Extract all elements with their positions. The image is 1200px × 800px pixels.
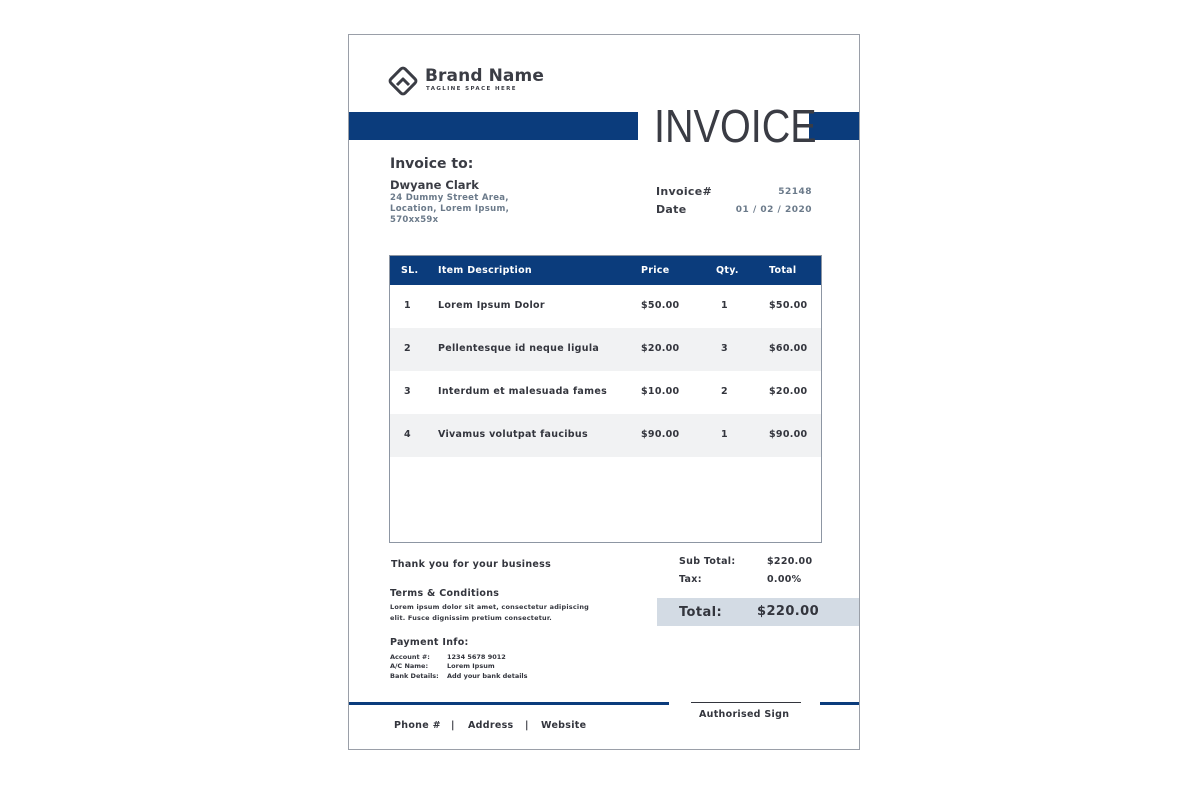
footer-separator: | xyxy=(451,720,455,731)
tax-value: 0.00% xyxy=(767,574,802,585)
cell-sl: 3 xyxy=(404,386,411,397)
table-row: 2 Pellentesque id neque ligula $20.00 3 … xyxy=(390,328,821,371)
cell-description: Vivamus volutpat faucibus xyxy=(438,429,588,440)
bill-to-address-line: 570xx59x xyxy=(390,215,439,225)
invoice-title: INVOICE xyxy=(654,100,817,152)
invoice-number-label: Invoice# xyxy=(656,185,713,198)
terms-text: elit. Fusce dignissim pretium consectetu… xyxy=(390,614,552,622)
invoice-number-value: 52148 xyxy=(778,187,812,197)
cell-total: $20.00 xyxy=(769,386,808,397)
cell-qty: 3 xyxy=(721,343,728,354)
footer-website: Website xyxy=(541,720,587,731)
col-header-total: Total xyxy=(769,265,797,276)
subtotal-value: $220.00 xyxy=(767,556,813,567)
total-value: $220.00 xyxy=(757,604,820,619)
cell-price: $50.00 xyxy=(641,300,680,311)
cell-sl: 4 xyxy=(404,429,411,440)
terms-text: Lorem ipsum dolor sit amet, consectetur … xyxy=(390,603,589,611)
invoice-date-value: 01 / 02 / 2020 xyxy=(735,205,812,215)
cell-qty: 1 xyxy=(721,300,728,311)
cell-qty: 2 xyxy=(721,386,728,397)
footer-address: Address xyxy=(468,720,514,731)
col-header-price: Price xyxy=(641,265,670,276)
col-header-sl: SL. xyxy=(401,265,419,276)
cell-total: $90.00 xyxy=(769,429,808,440)
table-row: 3 Interdum et malesuada fames $10.00 2 $… xyxy=(390,371,821,414)
subtotal-label: Sub Total: xyxy=(679,556,736,567)
invoice-date-label: Date xyxy=(656,203,687,216)
items-table: SL. Item Description Price Qty. Total 1 … xyxy=(389,255,822,543)
cell-description: Pellentesque id neque ligula xyxy=(438,343,600,354)
payment-label: A/C Name: xyxy=(390,662,429,670)
table-header: SL. Item Description Price Qty. Total xyxy=(390,256,821,285)
signature-label: Authorised Sign xyxy=(699,709,790,720)
total-label: Total: xyxy=(679,605,723,620)
cell-total: $50.00 xyxy=(769,300,808,311)
tax-label: Tax: xyxy=(679,574,702,585)
cell-price: $10.00 xyxy=(641,386,680,397)
brand-name: Brand Name xyxy=(425,66,544,86)
payment-label: Account #: xyxy=(390,653,430,661)
invoice-page: Brand Name TAGLINE SPACE HERE INVOICE In… xyxy=(348,34,860,750)
bill-to-name: Dwyane Clark xyxy=(390,178,479,192)
bill-to-address-line: Location, Lorem Ipsum, xyxy=(390,204,510,214)
brand-tagline: TAGLINE SPACE HERE xyxy=(426,86,517,92)
payment-value: Add your bank details xyxy=(447,672,528,680)
bill-to-label: Invoice to: xyxy=(390,156,474,172)
cell-qty: 1 xyxy=(721,429,728,440)
cell-sl: 2 xyxy=(404,343,411,354)
payment-value: 1234 5678 9012 xyxy=(447,653,506,661)
footer-phone: Phone # xyxy=(394,720,441,731)
terms-heading: Terms & Conditions xyxy=(390,588,500,599)
table-row: 4 Vivamus volutpat faucibus $90.00 1 $90… xyxy=(390,414,821,457)
footer-separator: | xyxy=(525,720,529,731)
payment-value: Lorem Ipsum xyxy=(447,662,495,670)
col-header-qty: Qty. xyxy=(716,265,739,276)
brand-logo-icon xyxy=(388,66,418,96)
thank-you-note: Thank you for your business xyxy=(391,559,552,570)
payment-heading: Payment Info: xyxy=(390,637,469,648)
footer-line-right xyxy=(820,702,859,705)
cell-price: $20.00 xyxy=(641,343,680,354)
bill-to-address-line: 24 Dummy Street Area, xyxy=(390,193,509,203)
cell-total: $60.00 xyxy=(769,343,808,354)
footer-line-left xyxy=(349,702,669,705)
cell-description: Interdum et malesuada fames xyxy=(438,386,608,397)
table-row: 1 Lorem Ipsum Dolor $50.00 1 $50.00 xyxy=(390,285,821,328)
header-band-left xyxy=(349,112,638,140)
cell-description: Lorem Ipsum Dolor xyxy=(438,300,545,311)
cell-sl: 1 xyxy=(404,300,411,311)
col-header-description: Item Description xyxy=(438,265,532,276)
signature-line xyxy=(691,702,801,703)
cell-price: $90.00 xyxy=(641,429,680,440)
payment-label: Bank Details: xyxy=(390,672,439,680)
